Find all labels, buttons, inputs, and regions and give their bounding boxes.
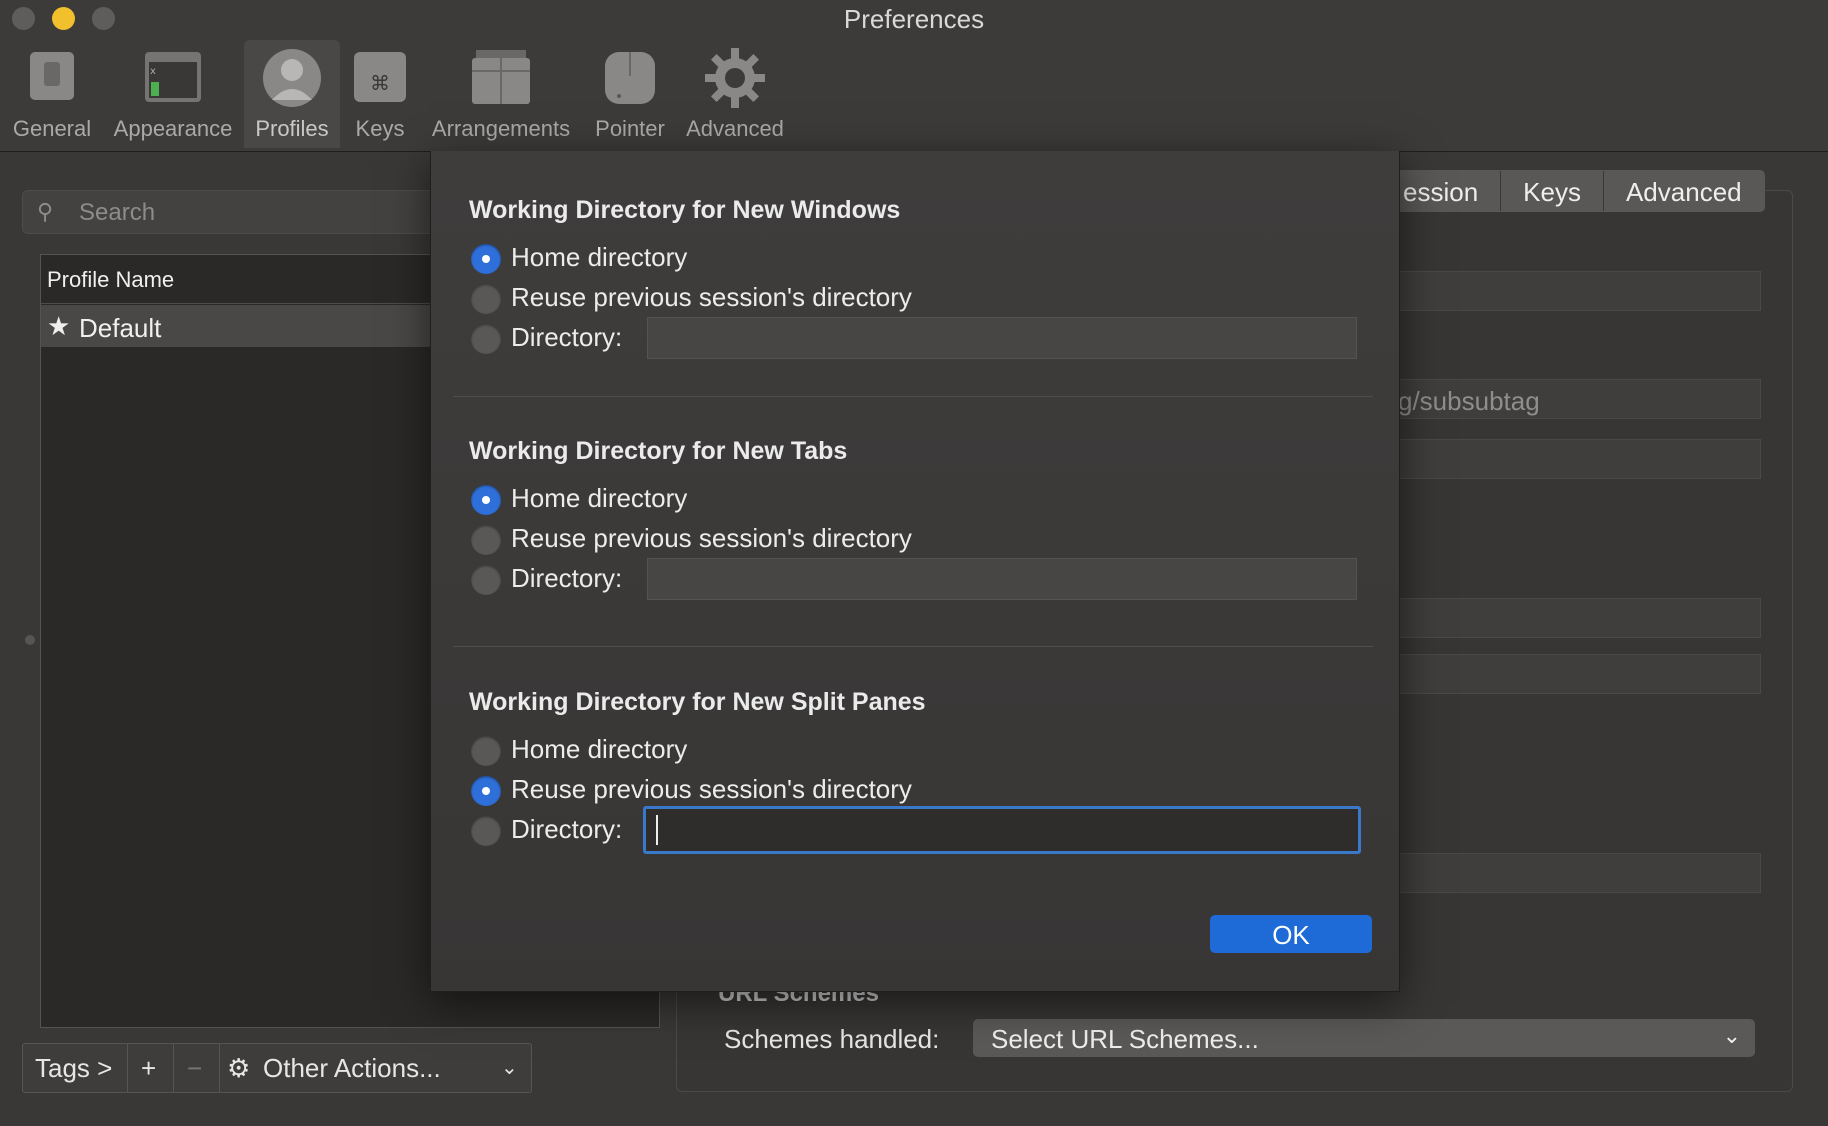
title-bar: Preferences General x Appearance Profile… bbox=[0, 0, 1828, 152]
text-caret bbox=[656, 815, 658, 845]
tabs-directory-field[interactable] bbox=[647, 558, 1357, 600]
toolbar-arrangements[interactable]: Arrangements bbox=[424, 40, 578, 148]
divider bbox=[453, 646, 1373, 647]
profile-detail-tabs: ession Keys Advanced bbox=[1380, 170, 1765, 212]
url-schemes-select[interactable]: Select URL Schemes... ⌄ bbox=[973, 1019, 1755, 1057]
chevron-down-icon: ⌄ bbox=[1722, 1023, 1741, 1048]
radio-button[interactable] bbox=[471, 776, 501, 806]
window-title: Preferences bbox=[843, 4, 985, 34]
appearance-icon: x bbox=[143, 48, 203, 110]
toolbar-pointer[interactable]: Pointer bbox=[588, 40, 672, 148]
radio-button[interactable] bbox=[471, 816, 501, 846]
pointer-icon bbox=[601, 48, 659, 112]
svg-text:x: x bbox=[150, 66, 156, 77]
profile-search-input[interactable]: ⚲ Search bbox=[22, 190, 444, 234]
tab-keys[interactable]: Keys bbox=[1501, 171, 1604, 211]
ok-button[interactable]: OK bbox=[1210, 915, 1372, 953]
background-field-text: g/subsubtag bbox=[1398, 386, 1540, 416]
profile-name: Default bbox=[79, 313, 162, 343]
search-icon: ⚲ bbox=[37, 199, 54, 224]
radio-button[interactable] bbox=[471, 485, 501, 515]
arrangements-icon bbox=[470, 48, 532, 112]
radio-button[interactable] bbox=[471, 525, 501, 555]
section-title-new-windows: Working Directory for New Windows bbox=[469, 196, 901, 224]
star-icon: ★ bbox=[47, 311, 71, 341]
add-profile-button[interactable]: + bbox=[127, 1044, 174, 1092]
background-field bbox=[1395, 654, 1761, 694]
search-placeholder: Search bbox=[79, 199, 156, 226]
svg-text:⌘: ⌘ bbox=[370, 71, 390, 95]
radio-button[interactable] bbox=[471, 565, 501, 595]
general-icon bbox=[24, 48, 80, 110]
working-directory-sheet: Working Directory for New Windows Home d… bbox=[430, 151, 1400, 992]
radio-button[interactable] bbox=[471, 736, 501, 766]
toolbar-advanced[interactable]: Advanced bbox=[680, 40, 790, 148]
background-field bbox=[1395, 271, 1761, 311]
background-field bbox=[1395, 439, 1761, 479]
radio-button[interactable] bbox=[471, 324, 501, 354]
tags-button[interactable]: Tags > bbox=[23, 1044, 128, 1092]
panes-directory-field[interactable] bbox=[643, 806, 1361, 854]
toolbar-appearance[interactable]: x Appearance bbox=[104, 40, 242, 148]
tab-advanced[interactable]: Advanced bbox=[1604, 171, 1764, 211]
background-field bbox=[1395, 598, 1761, 638]
advanced-gear-icon bbox=[705, 48, 765, 114]
profiles-icon bbox=[262, 48, 322, 114]
toolbar-general[interactable]: General bbox=[8, 40, 96, 148]
background-field bbox=[1395, 853, 1761, 893]
profile-actions-bar: Tags > + − ⚙ Other Actions... ⌄ bbox=[22, 1043, 532, 1093]
divider bbox=[453, 396, 1373, 397]
chevron-down-icon: ⌄ bbox=[501, 1057, 518, 1079]
toolbar-keys[interactable]: ⌘ Keys bbox=[344, 40, 416, 148]
split-view-handle[interactable] bbox=[25, 635, 35, 645]
other-actions-menu[interactable]: ⚙ Other Actions... ⌄ bbox=[219, 1044, 531, 1092]
section-title-new-tabs: Working Directory for New Tabs bbox=[469, 437, 848, 465]
schemes-handled-label: Schemes handled: bbox=[724, 1024, 940, 1054]
radio-button[interactable] bbox=[471, 244, 501, 274]
toolbar-profiles[interactable]: Profiles bbox=[244, 40, 340, 148]
windows-directory-field[interactable] bbox=[647, 317, 1357, 359]
keys-icon: ⌘ bbox=[352, 48, 408, 110]
gear-icon: ⚙ bbox=[227, 1053, 251, 1083]
remove-profile-button[interactable]: − bbox=[173, 1044, 220, 1092]
section-title-new-split-panes: Working Directory for New Split Panes bbox=[469, 688, 926, 716]
radio-button[interactable] bbox=[471, 284, 501, 314]
